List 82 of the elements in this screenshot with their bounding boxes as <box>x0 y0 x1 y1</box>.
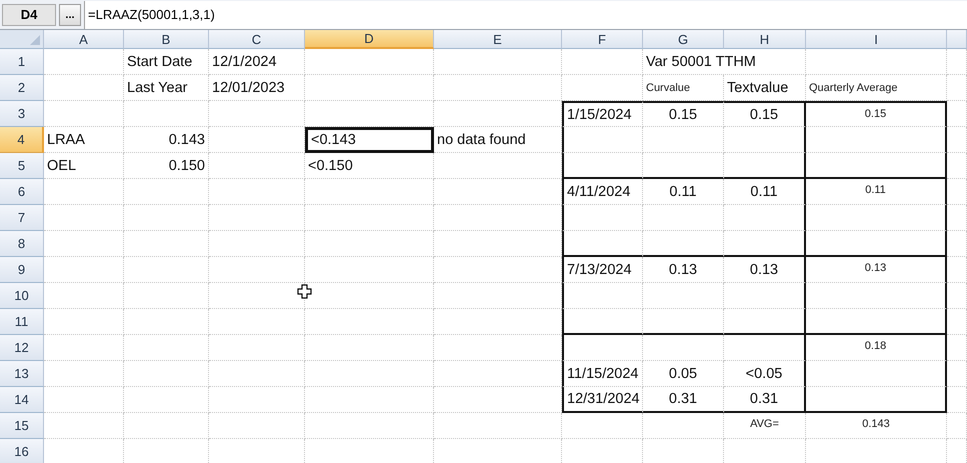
row-header[interactable]: 9 <box>0 257 44 283</box>
formula-field[interactable]: =LRAAZ(50001,1,3,1) <box>84 0 967 28</box>
row-header[interactable]: 11 <box>0 309 44 335</box>
table-cell[interactable] <box>806 231 947 257</box>
column-header[interactable]: I <box>806 30 947 49</box>
row-header[interactable]: 2 <box>0 75 44 101</box>
table-cell[interactable]: 11/15/2024 <box>562 361 643 387</box>
row-header[interactable]: 15 <box>0 413 44 439</box>
table-cell[interactable] <box>806 361 947 387</box>
row-header[interactable]: 16 <box>0 439 44 463</box>
table-cell[interactable]: 0.13 <box>724 257 806 283</box>
name-box[interactable]: D4 <box>2 4 56 26</box>
table-cell[interactable]: 0.15 <box>643 101 724 127</box>
table-cell[interactable] <box>724 283 806 309</box>
table-cell[interactable]: Start Date <box>124 49 209 75</box>
table-cell[interactable]: 0.11 <box>724 179 806 205</box>
table-cell[interactable]: 12/1/2024 <box>209 49 305 75</box>
table-cell[interactable]: 0.05 <box>643 361 724 387</box>
table-cell[interactable]: 0.143 <box>124 127 209 153</box>
table-cell[interactable]: 0.18 <box>806 335 947 361</box>
table-cell[interactable]: 7/13/2024 <box>562 257 643 283</box>
table-cell[interactable]: Var 50001 TTHM <box>643 49 806 75</box>
table-cell[interactable]: <0.05 <box>724 361 806 387</box>
table-cell[interactable]: 1/15/2024 <box>562 101 643 127</box>
table-cell[interactable]: <0.143 <box>305 127 434 153</box>
table-cell[interactable]: 0.143 <box>806 413 947 439</box>
table-cell[interactable]: 0.13 <box>806 257 947 283</box>
column-header[interactable]: D <box>305 30 434 49</box>
column-header[interactable]: E <box>434 30 562 49</box>
column-header[interactable]: B <box>124 30 209 49</box>
table-cell[interactable]: Quarterly Average <box>806 75 947 101</box>
column-header[interactable] <box>947 30 967 49</box>
table-cell[interactable]: 0.15 <box>806 101 947 127</box>
table-cell[interactable] <box>806 387 947 413</box>
table-cell[interactable]: Last Year <box>124 75 209 101</box>
cursor-icon <box>297 284 312 299</box>
table-cell[interactable]: 0.31 <box>643 387 724 413</box>
table-cell[interactable] <box>806 309 947 335</box>
table-cell[interactable]: OEL <box>44 153 124 179</box>
table-cell[interactable] <box>806 127 947 153</box>
row-header[interactable]: 1 <box>0 49 44 75</box>
row-header[interactable]: 3 <box>0 101 44 127</box>
table-cell[interactable] <box>724 205 806 231</box>
row-header[interactable]: 12 <box>0 335 44 361</box>
table-cell[interactable]: AVG= <box>724 413 806 439</box>
table-cell[interactable]: 0.13 <box>643 257 724 283</box>
table-cell[interactable]: 0.15 <box>724 101 806 127</box>
row-header[interactable]: 14 <box>0 387 44 413</box>
table-cell[interactable] <box>806 205 947 231</box>
column-header[interactable]: H <box>724 30 806 49</box>
table-cell[interactable] <box>724 153 806 179</box>
row-header[interactable]: 10 <box>0 283 44 309</box>
table-cell[interactable] <box>724 335 806 361</box>
row-header[interactable]: 4 <box>0 127 44 153</box>
formula-button[interactable]: ... <box>59 4 81 26</box>
table-cell[interactable]: <0.150 <box>305 153 434 179</box>
row-header[interactable]: 6 <box>0 179 44 205</box>
column-header[interactable]: C <box>209 30 305 49</box>
table-cell[interactable]: 12/01/2023 <box>209 75 305 101</box>
row-header[interactable]: 8 <box>0 231 44 257</box>
column-header[interactable]: G <box>643 30 724 49</box>
table-cell[interactable]: 0.150 <box>124 153 209 179</box>
table-cell[interactable]: Textvalue <box>724 75 806 101</box>
column-header[interactable]: A <box>44 30 124 49</box>
table-cell[interactable]: 0.31 <box>724 387 806 413</box>
row-header[interactable]: 7 <box>0 205 44 231</box>
table-cell[interactable]: 4/11/2024 <box>562 179 643 205</box>
table-cell[interactable]: Curvalue <box>643 75 724 101</box>
table-cell[interactable] <box>806 283 947 309</box>
table-cell[interactable]: LRAA <box>44 127 124 153</box>
table-cell[interactable] <box>806 153 947 179</box>
row-header[interactable]: 5 <box>0 153 44 179</box>
column-header[interactable]: F <box>562 30 643 49</box>
table-cell[interactable]: 0.11 <box>806 179 947 205</box>
table-cell[interactable]: 0.11 <box>643 179 724 205</box>
table-cell[interactable]: no data found <box>434 127 562 153</box>
table-cell[interactable] <box>724 309 806 335</box>
select-all-icon[interactable] <box>30 35 40 45</box>
table-cell[interactable] <box>724 231 806 257</box>
row-header[interactable]: 13 <box>0 361 44 387</box>
table-cell[interactable]: 12/31/2024 <box>562 387 643 413</box>
table-cell[interactable] <box>724 127 806 153</box>
